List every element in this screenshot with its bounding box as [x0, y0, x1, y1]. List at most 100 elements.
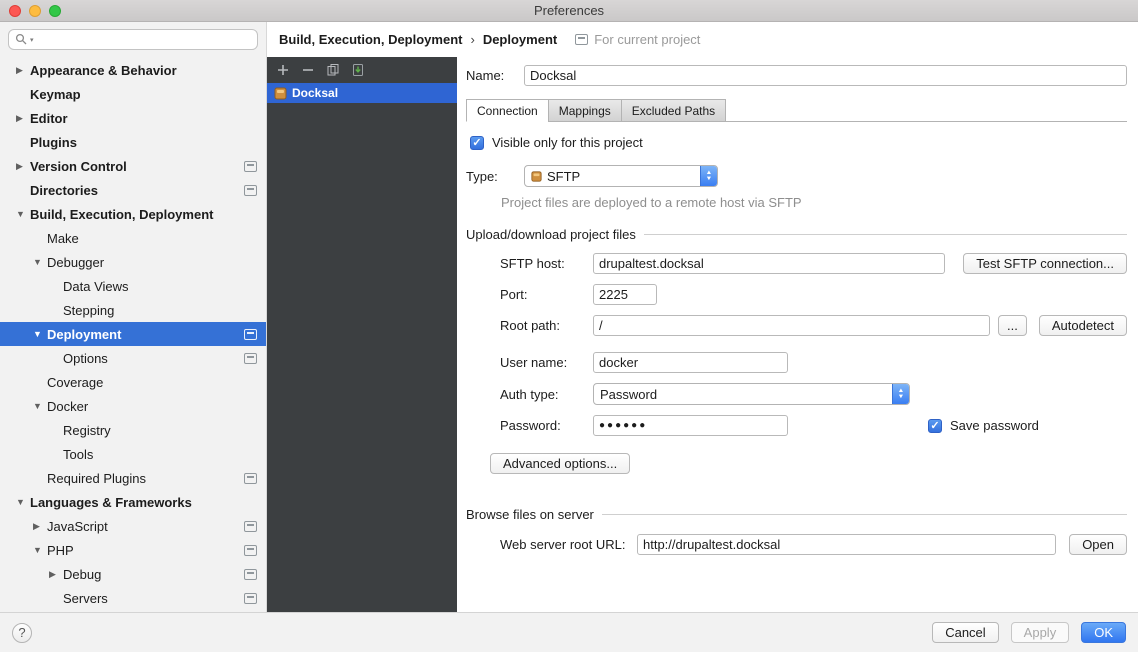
- sidebar-item-label: Appearance & Behavior: [30, 63, 177, 78]
- open-button[interactable]: Open: [1069, 534, 1127, 555]
- sidebar-item-stepping[interactable]: Stepping: [0, 298, 266, 322]
- search-icon: [15, 33, 28, 46]
- sidebar-item-debugger[interactable]: ▼ Debugger: [0, 250, 266, 274]
- advanced-options-button[interactable]: Advanced options...: [490, 453, 630, 474]
- server-icon: [274, 87, 287, 100]
- chevron-down-icon: ▼: [33, 257, 47, 267]
- type-row: Type: SFTP ▲ ▼: [466, 165, 1127, 187]
- copy-server-button[interactable]: [326, 63, 340, 77]
- sidebar-item-label: Make: [47, 231, 79, 246]
- upload-section-title: Upload/download project files: [466, 227, 636, 242]
- sidebar-item-build-execution-deployment[interactable]: ▼ Build, Execution, Deployment: [0, 202, 266, 226]
- sidebar-item-debug[interactable]: ▶ Debug: [0, 562, 266, 586]
- combo-arrows-icon: ▲ ▼: [892, 384, 909, 404]
- sidebar-item-label: Debugger: [47, 255, 104, 270]
- auth-type-select[interactable]: Password ▲ ▼: [593, 383, 910, 405]
- auth-type-row: Auth type: Password ▲ ▼: [500, 383, 1127, 405]
- sidebar-item-label: Build, Execution, Deployment: [30, 207, 213, 222]
- sidebar-item-options[interactable]: Options: [0, 346, 266, 370]
- sidebar-item-required-plugins[interactable]: Required Plugins: [0, 466, 266, 490]
- check-icon: ✓: [929, 420, 941, 432]
- password-label: Password:: [500, 418, 586, 433]
- sidebar-item-make[interactable]: Make: [0, 226, 266, 250]
- sidebar-item-version-control[interactable]: ▶ Version Control: [0, 154, 266, 178]
- sidebar-item-label: Keymap: [30, 87, 81, 102]
- password-input[interactable]: [593, 415, 788, 436]
- sidebar-item-label: Docker: [47, 399, 88, 414]
- sidebar-item-data-views[interactable]: Data Views: [0, 274, 266, 298]
- project-scope-icon: [244, 185, 257, 196]
- sidebar-item-label: PHP: [47, 543, 74, 558]
- section-divider: [602, 514, 1127, 515]
- help-button[interactable]: ?: [12, 623, 32, 643]
- sidebar-item-tools[interactable]: Tools: [0, 442, 266, 466]
- upload-section-header: Upload/download project files: [466, 227, 1127, 242]
- sidebar-item-label: JavaScript: [47, 519, 108, 534]
- chevron-right-icon: ▶: [33, 521, 47, 532]
- server-item-label: Docksal: [292, 86, 338, 100]
- sidebar-item-directories[interactable]: Directories: [0, 178, 266, 202]
- test-sftp-connection-button[interactable]: Test SFTP connection...: [963, 253, 1127, 274]
- breadcrumb-section[interactable]: Build, Execution, Deployment: [279, 32, 462, 47]
- server-list-item-docksal[interactable]: Docksal: [267, 83, 457, 103]
- root-path-input[interactable]: [593, 315, 990, 336]
- tab-mappings[interactable]: Mappings: [548, 99, 622, 122]
- sidebar-item-label: Options: [63, 351, 108, 366]
- auth-type-label: Auth type:: [500, 387, 586, 402]
- sidebar-item-label: Coverage: [47, 375, 103, 390]
- user-name-row: User name:: [500, 352, 1127, 373]
- cancel-button[interactable]: Cancel: [932, 622, 998, 643]
- type-value: SFTP: [547, 169, 580, 184]
- sidebar-item-javascript[interactable]: ▶ JavaScript: [0, 514, 266, 538]
- combo-arrows-icon: ▲ ▼: [700, 166, 717, 186]
- add-server-button[interactable]: [276, 63, 290, 77]
- name-input[interactable]: [524, 65, 1127, 86]
- sidebar-item-registry[interactable]: Registry: [0, 418, 266, 442]
- import-icon: [351, 63, 365, 77]
- port-input[interactable]: [593, 284, 657, 305]
- sidebar-item-label: Servers: [63, 591, 108, 606]
- web-root-label: Web server root URL:: [500, 537, 630, 552]
- browse-root-path-button[interactable]: ...: [998, 315, 1027, 336]
- sidebar-item-languages-frameworks[interactable]: ▼ Languages & Frameworks: [0, 490, 266, 514]
- apply-button[interactable]: Apply: [1011, 622, 1070, 643]
- sidebar-item-appearance-behavior[interactable]: ▶ Appearance & Behavior: [0, 58, 266, 82]
- user-name-input[interactable]: [593, 352, 788, 373]
- autodetect-button[interactable]: Autodetect: [1039, 315, 1127, 336]
- tab-excluded-paths[interactable]: Excluded Paths: [621, 99, 726, 122]
- import-server-button[interactable]: [351, 63, 365, 77]
- sftp-host-input[interactable]: [593, 253, 945, 274]
- tab-connection[interactable]: Connection: [466, 99, 549, 122]
- type-select[interactable]: SFTP ▲ ▼: [524, 165, 718, 187]
- connection-tab-panel: ✓ Visible only for this project Type: SF…: [466, 122, 1127, 555]
- chevron-down-icon: ▼: [33, 545, 47, 555]
- password-row: Password: ✓ Save password: [500, 415, 1127, 436]
- minimize-button[interactable]: [29, 5, 41, 17]
- chevron-down-icon: ▼: [16, 209, 30, 219]
- breadcrumb: Build, Execution, Deployment › Deploymen…: [267, 22, 1138, 57]
- project-scope-icon: [244, 161, 257, 172]
- close-button[interactable]: [9, 5, 21, 17]
- root-path-label: Root path:: [500, 318, 586, 333]
- zoom-button[interactable]: [49, 5, 61, 17]
- sidebar-item-keymap[interactable]: Keymap: [0, 82, 266, 106]
- visible-only-checkbox[interactable]: ✓: [470, 136, 484, 150]
- titlebar: Preferences: [0, 0, 1138, 22]
- save-password-row: ✓ Save password: [928, 418, 1039, 433]
- save-password-checkbox[interactable]: ✓: [928, 419, 942, 433]
- remove-server-button[interactable]: [301, 63, 315, 77]
- sidebar-item-plugins[interactable]: Plugins: [0, 130, 266, 154]
- web-root-row: Web server root URL: Open: [500, 534, 1127, 555]
- sidebar-item-php[interactable]: ▼ PHP: [0, 538, 266, 562]
- upload-form: SFTP host: Test SFTP connection... Port:…: [500, 253, 1127, 436]
- sidebar-item-docker[interactable]: ▼ Docker: [0, 394, 266, 418]
- ok-button[interactable]: OK: [1081, 622, 1126, 643]
- search-input[interactable]: ▾: [8, 29, 258, 50]
- sidebar-item-servers[interactable]: Servers: [0, 586, 266, 610]
- web-root-input[interactable]: [637, 534, 1056, 555]
- sftp-type-icon: [531, 171, 542, 182]
- sidebar-item-editor[interactable]: ▶ Editor: [0, 106, 266, 130]
- sidebar-item-label: Tools: [63, 447, 93, 462]
- sidebar-item-deployment[interactable]: ▼ Deployment: [0, 322, 266, 346]
- sidebar-item-coverage[interactable]: Coverage: [0, 370, 266, 394]
